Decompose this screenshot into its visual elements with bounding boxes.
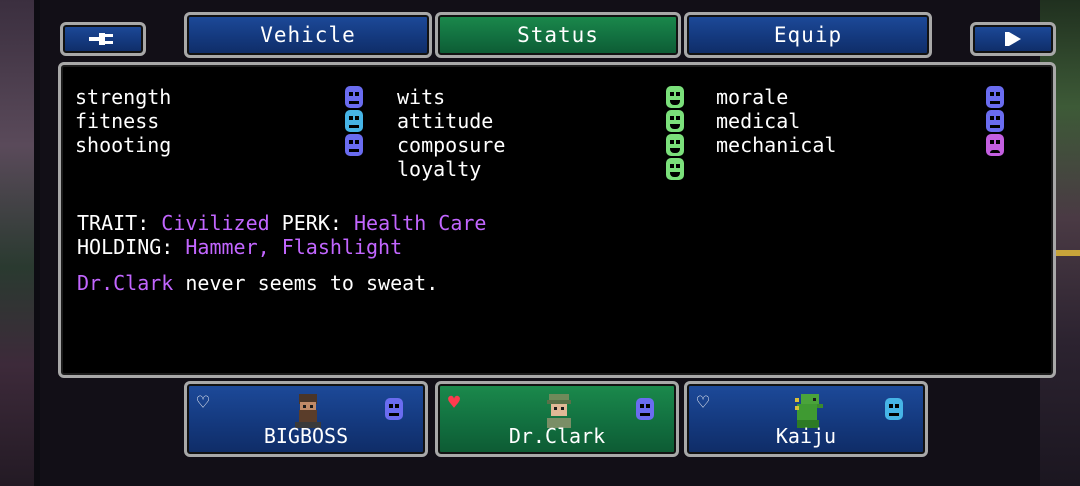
- medical-mood-icon: [986, 110, 1004, 132]
- character-card-kaiju[interactable]: ♡ Kaiju: [684, 381, 928, 457]
- fitness-mood-icon: [345, 110, 363, 132]
- dinosaur-icon: [795, 394, 823, 428]
- wits-mood-icon: [666, 86, 684, 108]
- stat-medical-label: medical: [716, 109, 801, 133]
- strength-mood-icon: [345, 86, 363, 108]
- tab-equip[interactable]: Equip: [684, 12, 932, 58]
- tab-status-label: Status: [517, 23, 599, 47]
- back-button[interactable]: [60, 22, 146, 56]
- drclark-mood-icon: [636, 398, 654, 420]
- tab-status[interactable]: Status: [435, 12, 681, 58]
- bigboss-name: BIGBOSS: [263, 424, 349, 448]
- flavor-text: never seems to sweat.: [173, 271, 439, 295]
- stat-fitness-label: fitness: [75, 109, 160, 133]
- holding-value: Hammer, Flashlight: [185, 235, 403, 259]
- doctor-cap-icon: [547, 394, 571, 428]
- tab-vehicle[interactable]: Vehicle: [184, 12, 432, 58]
- perk-label: PERK:: [281, 211, 342, 235]
- holding-line: HOLDING: Hammer, Flashlight: [77, 235, 402, 259]
- heart-empty-icon: ♡: [197, 390, 210, 414]
- heart-empty-icon: ♡: [697, 390, 710, 414]
- status-panel: strength fitness shooting wits attitude …: [58, 62, 1056, 378]
- stat-wits-label: wits: [397, 85, 446, 109]
- stat-strength-label: strength: [75, 85, 172, 109]
- stat-loyalty-label: loyalty: [397, 157, 482, 181]
- loyalty-mood-icon: [666, 158, 684, 180]
- composure-mood-icon: [666, 134, 684, 156]
- holding-label: HOLDING:: [77, 235, 174, 259]
- stat-mechanical-label: mechanical: [716, 133, 837, 157]
- mechanical-mood-icon: [986, 134, 1004, 156]
- stat-composure-label: composure: [397, 133, 506, 157]
- character-card-drclark[interactable]: ♥ Dr.Clark: [435, 381, 679, 457]
- kaiju-name: Kaiju: [775, 424, 837, 448]
- flavor-name: Dr.Clark: [77, 271, 174, 295]
- bigboss-mood-icon: [385, 398, 403, 420]
- character-card-bigboss[interactable]: ♡ BIGBOSS: [184, 381, 428, 457]
- play-icon: [1005, 32, 1021, 46]
- stat-morale-label: morale: [716, 85, 789, 109]
- trait-value: Civilized: [161, 211, 270, 235]
- bearded-man-icon: [295, 394, 321, 428]
- drclark-name: Dr.Clark: [508, 424, 606, 448]
- shooting-mood-icon: [345, 134, 363, 156]
- perk-value: Health Care: [353, 211, 487, 235]
- trait-perk-line: TRAIT: Civilized PERK: Health Care: [77, 211, 486, 235]
- tab-vehicle-label: Vehicle: [260, 23, 356, 47]
- plug-icon: [89, 33, 113, 45]
- next-button[interactable]: [970, 22, 1056, 56]
- trait-label: TRAIT:: [77, 211, 150, 235]
- stat-attitude-label: attitude: [397, 109, 494, 133]
- kaiju-mood-icon: [885, 398, 903, 420]
- tab-equip-label: Equip: [773, 23, 843, 47]
- attitude-mood-icon: [666, 110, 684, 132]
- heart-full-icon: ♥: [448, 390, 461, 414]
- flavor-line: Dr.Clark never seems to sweat.: [77, 271, 438, 295]
- morale-mood-icon: [986, 86, 1004, 108]
- stat-shooting-label: shooting: [75, 133, 172, 157]
